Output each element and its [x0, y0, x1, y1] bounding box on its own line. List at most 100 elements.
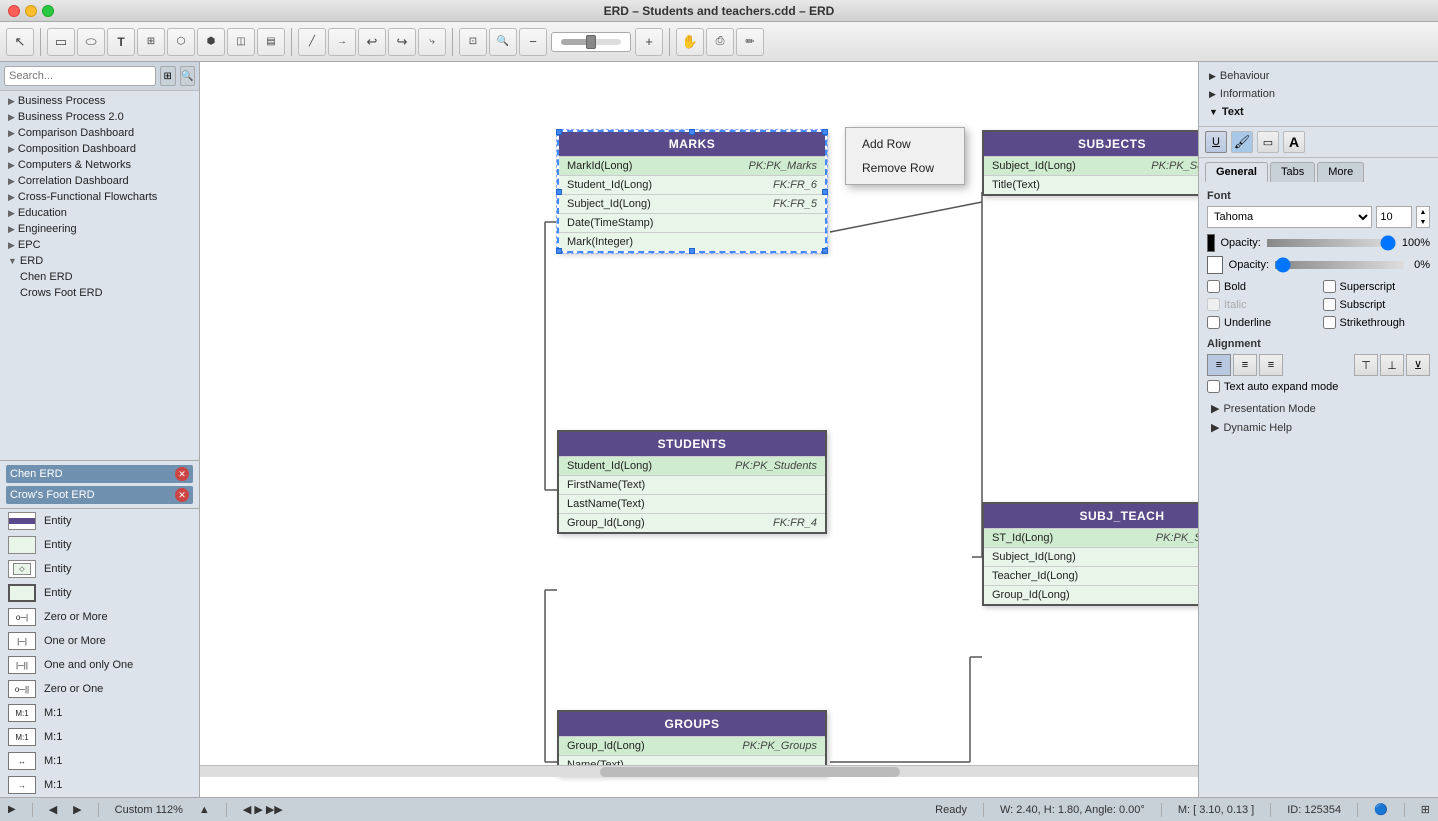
auto-expand-checkbox[interactable]: [1207, 380, 1220, 393]
sidebar-item-erd[interactable]: ▼ ERD: [0, 253, 199, 269]
sidebar-item-composition-dashboard[interactable]: ▶ Composition Dashboard: [0, 141, 199, 157]
nav-play-btn[interactable]: ▶: [8, 804, 16, 815]
palette-entity-4[interactable]: Entity: [0, 581, 199, 605]
subjects-row-title[interactable]: Title(Text): [984, 175, 1198, 194]
superscript-checkbox-row[interactable]: Superscript: [1323, 280, 1431, 293]
marks-row-markid[interactable]: MarkId(Long) PK:PK_Marks: [559, 156, 825, 175]
auto-expand-row[interactable]: Text auto expand mode: [1207, 380, 1430, 393]
sidebar-item-epc[interactable]: ▶ EPC: [0, 237, 199, 253]
students-table[interactable]: STUDENTS Student_Id(Long) PK:PK_Students…: [557, 430, 827, 534]
color1-swatch[interactable]: [1207, 234, 1215, 252]
connect-btn[interactable]: ⤷: [418, 28, 446, 56]
horizontal-scrollbar[interactable]: [200, 765, 1198, 777]
text-section[interactable]: ▼ Text: [1205, 104, 1432, 120]
sidebar-search-input[interactable]: [4, 66, 156, 86]
shape3-tool-btn[interactable]: ◫: [227, 28, 255, 56]
marks-row-subjectid[interactable]: Subject_Id(Long) FK:FR_5: [559, 194, 825, 213]
color2-swatch[interactable]: [1207, 256, 1223, 274]
font-family-select[interactable]: Tahoma Arial Times New Roman: [1207, 206, 1372, 228]
pan-btn[interactable]: ✋: [676, 28, 704, 56]
underline-text-btn[interactable]: U: [1205, 131, 1227, 153]
search-btn[interactable]: 🔍: [489, 28, 517, 56]
palette-entity-3[interactable]: ◇ Entity: [0, 557, 199, 581]
italic-checkbox-row[interactable]: Italic: [1207, 298, 1315, 311]
resize-handle-mr[interactable]: [822, 189, 828, 195]
subjects-table[interactable]: SUBJECTS Subject_Id(Long) PK:PK_Subjects…: [982, 130, 1198, 196]
zoom-slider[interactable]: [551, 32, 631, 52]
rect-tool-btn[interactable]: ▭: [47, 28, 75, 56]
sidebar-item-crossfunctional[interactable]: ▶ Cross-Functional Flowcharts: [0, 189, 199, 205]
palette-entity-2[interactable]: Entity: [0, 533, 199, 557]
canvas-area[interactable]: MARKS MarkId(Long) PK:PK_Marks Student_I…: [200, 62, 1198, 797]
tab-general[interactable]: General: [1205, 162, 1268, 182]
students-row-firstname[interactable]: FirstName(Text): [559, 475, 825, 494]
font-size-input[interactable]: [1376, 206, 1412, 228]
underline-checkbox[interactable]: [1207, 316, 1220, 329]
zoom-out-btn[interactable]: −: [519, 28, 547, 56]
superscript-checkbox[interactable]: [1323, 280, 1336, 293]
strikethrough-checkbox[interactable]: [1323, 316, 1336, 329]
tab-tabs[interactable]: Tabs: [1270, 162, 1315, 182]
behaviour-section[interactable]: ▶ Behaviour: [1205, 68, 1432, 84]
table-tool-btn[interactable]: ⊞: [137, 28, 165, 56]
sidebar-item-business-process[interactable]: ▶ Business Process: [0, 93, 199, 109]
subj-teach-row-stid[interactable]: ST_Id(Long) PK:PK_Subj_Teach: [984, 528, 1198, 547]
sidebar-item-computers-networks[interactable]: ▶ Computers & Networks: [0, 157, 199, 173]
ctx-add-row-btn[interactable]: Add Row: [846, 132, 964, 156]
resize-handle-ml[interactable]: [556, 189, 562, 195]
resize-handle-br[interactable]: [822, 248, 828, 254]
shape2-tool-btn[interactable]: ⬢: [197, 28, 225, 56]
palette-m1-4[interactable]: → M:1: [0, 773, 199, 797]
palette-one-or-more[interactable]: |─| One or More: [0, 629, 199, 653]
subscript-checkbox[interactable]: [1323, 298, 1336, 311]
close-window-btn[interactable]: [8, 5, 20, 17]
fullscreen-btn[interactable]: ⊞: [1421, 803, 1430, 816]
palette-zero-or-one[interactable]: o─|| Zero or One: [0, 677, 199, 701]
resize-handle-bc[interactable]: [689, 248, 695, 254]
crows-foot-erd-tab[interactable]: Crow's Foot ERD ✕: [6, 486, 193, 504]
resize-handle-bl[interactable]: [556, 248, 562, 254]
subj-teach-row-subjectid[interactable]: Subject_Id(Long) FK:FR_3: [984, 547, 1198, 566]
minimize-window-btn[interactable]: [25, 5, 37, 17]
palette-entity-1[interactable]: Entity: [0, 509, 199, 533]
maximize-window-btn[interactable]: [42, 5, 54, 17]
undo-btn[interactable]: ↩: [358, 28, 386, 56]
sidebar-item-comparison-dashboard[interactable]: ▶ Comparison Dashboard: [0, 125, 199, 141]
students-row-id[interactable]: Student_Id(Long) PK:PK_Students: [559, 456, 825, 475]
bold-checkbox[interactable]: [1207, 280, 1220, 293]
font-size-spinner[interactable]: ▲ ▼: [1416, 206, 1430, 228]
highlight-btn[interactable]: 🖌: [1231, 131, 1253, 153]
align-left-btn[interactable]: ≡: [1207, 354, 1231, 376]
chen-erd-tab[interactable]: Chen ERD ✕: [6, 465, 193, 483]
nav-next-btn[interactable]: ▶: [73, 803, 81, 816]
chen-erd-close-btn[interactable]: ✕: [175, 467, 189, 481]
text-format-A-btn[interactable]: A: [1283, 131, 1305, 153]
print-btn[interactable]: ⎙: [706, 28, 734, 56]
sidebar-grid-view-btn[interactable]: ⊞: [160, 66, 176, 86]
nav-prev-btn[interactable]: ◀: [49, 803, 57, 816]
arrow-tool-btn[interactable]: →: [328, 28, 356, 56]
align-bottom-btn[interactable]: ⊻: [1406, 354, 1430, 376]
fit-btn[interactable]: ⊡: [459, 28, 487, 56]
students-row-groupid[interactable]: Group_Id(Long) FK:FR_4: [559, 513, 825, 532]
sidebar-item-crows-foot-erd[interactable]: Crows Foot ERD: [0, 285, 199, 301]
students-row-lastname[interactable]: LastName(Text): [559, 494, 825, 513]
resize-handle-tr[interactable]: [822, 129, 828, 135]
pencil-btn[interactable]: ✏: [736, 28, 764, 56]
zoom-up-btn[interactable]: ▲: [199, 804, 210, 816]
tab-more[interactable]: More: [1317, 162, 1364, 182]
marks-row-studentid[interactable]: Student_Id(Long) FK:FR_6: [559, 175, 825, 194]
subjects-row-subjectid[interactable]: Subject_Id(Long) PK:PK_Subjects: [984, 156, 1198, 175]
shape1-tool-btn[interactable]: ⬡: [167, 28, 195, 56]
palette-m1-3[interactable]: ↔ M:1: [0, 749, 199, 773]
groups-row-id[interactable]: Group_Id(Long) PK:PK_Groups: [559, 736, 825, 755]
shape-fill-btn[interactable]: ▭: [1257, 131, 1279, 153]
shape4-tool-btn[interactable]: ▤: [257, 28, 285, 56]
text-tool-btn[interactable]: T: [107, 28, 135, 56]
window-controls[interactable]: [8, 5, 54, 17]
canvas[interactable]: MARKS MarkId(Long) PK:PK_Marks Student_I…: [200, 62, 1198, 797]
sidebar-item-engineering[interactable]: ▶ Engineering: [0, 221, 199, 237]
redo-btn[interactable]: ↪: [388, 28, 416, 56]
resize-handle-tc[interactable]: [689, 129, 695, 135]
opacity2-slider[interactable]: [1275, 261, 1404, 269]
